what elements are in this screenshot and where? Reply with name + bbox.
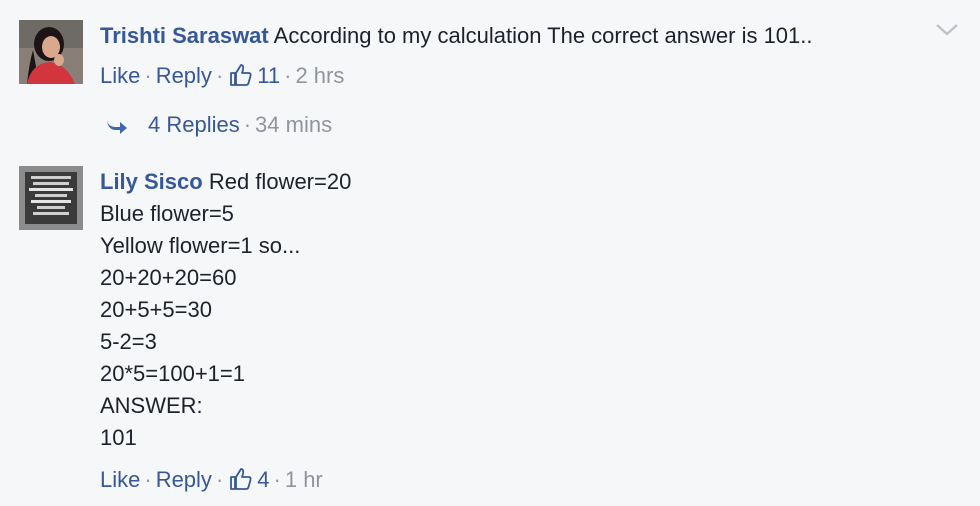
comment-line: 101 bbox=[100, 425, 137, 450]
reply-arrow-icon bbox=[104, 111, 130, 143]
reply-button[interactable]: Reply bbox=[156, 63, 212, 88]
comment-text: Red flower=20 bbox=[208, 169, 352, 194]
replies-timestamp: 34 mins bbox=[255, 112, 333, 137]
comment-line: Yellow flower=1 so... bbox=[100, 233, 301, 258]
like-count[interactable]: 4 bbox=[257, 467, 269, 492]
thumbs-up-icon bbox=[229, 63, 253, 96]
timestamp[interactable]: 2 hrs bbox=[295, 63, 344, 88]
replies-link[interactable]: 4 Replies bbox=[148, 112, 240, 137]
thumbs-up-icon bbox=[229, 467, 253, 500]
comment-first-line: Trishti Saraswat According to my calcula… bbox=[100, 20, 920, 52]
timestamp[interactable]: 1 hr bbox=[285, 467, 323, 492]
comment-line: 5-2=3 bbox=[100, 329, 157, 354]
avatar[interactable] bbox=[19, 166, 83, 230]
comment-text: According to my calculation The correct … bbox=[273, 23, 813, 48]
comment-line: 20+20+20=60 bbox=[100, 265, 237, 290]
view-replies-row[interactable]: 4 Replies · 34 mins bbox=[104, 109, 332, 143]
comment-line: 20*5=100+1=1 bbox=[100, 361, 245, 386]
avatar[interactable] bbox=[19, 20, 83, 84]
reply-button[interactable]: Reply bbox=[156, 467, 212, 492]
comment-line: Blue flower=5 bbox=[100, 201, 234, 226]
like-button[interactable]: Like bbox=[100, 467, 140, 492]
like-button[interactable]: Like bbox=[100, 63, 140, 88]
like-count[interactable]: 11 bbox=[257, 63, 280, 88]
comment-actions: Like · Reply · 11 · 2 hrs bbox=[100, 60, 920, 96]
author-name[interactable]: Lily Sisco bbox=[100, 169, 203, 194]
author-name[interactable]: Trishti Saraswat bbox=[100, 23, 269, 48]
chevron-down-icon[interactable] bbox=[934, 22, 960, 43]
comment-actions: Like · Reply · 4 · 1 hr bbox=[100, 464, 920, 500]
comment-first-line: Lily Sisco Red flower=20 bbox=[100, 166, 920, 198]
comment-line: ANSWER: bbox=[100, 393, 203, 418]
comment-line: 20+5+5=30 bbox=[100, 297, 212, 322]
